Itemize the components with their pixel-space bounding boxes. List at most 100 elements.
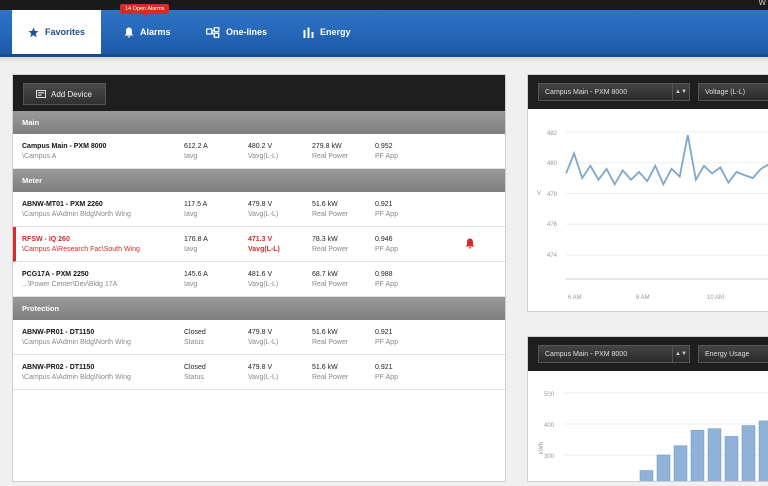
pf-cell: 0.946 PF App <box>375 236 398 253</box>
voltage-xtick: 6 AM <box>568 295 582 301</box>
device-row[interactable]: PCG17A - PXM 2250 ...\Power Center\Dev\Bl… <box>13 262 505 297</box>
device-name-cell: RFSW - IQ 260 \Campus A\Research Fac\Sout… <box>22 236 140 253</box>
select-arrows-icon: ▲▼ <box>672 84 689 100</box>
current-cell: 117.5 A Iavg <box>184 201 208 218</box>
energy-bar <box>724 436 739 486</box>
voltage-device-select[interactable]: Campus Main - PXM 8000 ▲▼ <box>538 83 690 101</box>
device-row-alarm[interactable]: RFSW - IQ 260 \Campus A\Research Fac\Sout… <box>13 227 505 262</box>
voltage-series-line <box>565 134 768 187</box>
voltage-cell: 481.6 V Vavg(L-L) <box>248 271 279 288</box>
device-name-cell: PCG17A - PXM 2250 ...\Power Center\Dev\Bl… <box>22 271 118 288</box>
power-cell: 51.6 kW Real Power <box>312 201 349 218</box>
tab-energy[interactable]: Energy <box>303 10 363 54</box>
corner-text: W <box>758 0 766 7</box>
voltage-metric-select[interactable]: Voltage (L-L) <box>698 83 768 101</box>
energy-device-select[interactable]: Campus Main - PXM 8000 ▲▼ <box>538 345 690 363</box>
energy-bar <box>656 454 671 486</box>
device-name-cell: ABNW-PR02 - DT1150 \Campus A\Admin Bldg\N… <box>22 364 131 381</box>
device-name-cell: ABNW-MT01 - PXM 2260 \Campus A\Admin Bldg… <box>22 201 131 218</box>
pf-cell: 0.921 PF App <box>375 201 398 218</box>
top-strip: W <box>0 0 768 10</box>
main-nav: Favorites 14 Open Alarms Alarms One-line… <box>0 4 768 57</box>
star-icon <box>28 27 39 37</box>
energy-ytick: 300 <box>544 454 555 460</box>
voltage-cell-alarm: 471.3 V Vavg(L-L) <box>248 236 280 253</box>
voltage-ytick: 482 <box>547 131 558 137</box>
bell-icon <box>124 27 134 38</box>
power-cell: 51.6 kW Real Power <box>312 364 349 381</box>
energy-metric-select[interactable]: Energy Usage <box>698 345 768 363</box>
add-device-button[interactable]: Add Device <box>23 83 106 105</box>
energy-bar <box>690 429 705 486</box>
voltage-cell: 479.8 V Vavg(L-L) <box>248 201 279 218</box>
energy-bar <box>741 425 756 486</box>
voltage-device-select-value: Campus Main - PXM 8000 <box>545 88 628 96</box>
section-protection: Protection <box>13 297 505 320</box>
open-alarms-badge: 14 Open Alarms <box>120 4 170 17</box>
pf-cell: 0.988 PF App <box>375 271 398 288</box>
tab-favorites[interactable]: Favorites <box>12 10 101 54</box>
energy-chart-panel: Campus Main - PXM 8000 ▲▼ Energy Usage k… <box>527 336 768 486</box>
device-row[interactable]: Campus Main - PXM 8000 \Campus A 612.2 AI… <box>13 134 505 169</box>
energy-bar <box>639 470 654 486</box>
tab-alarms[interactable]: 14 Open Alarms Alarms <box>120 4 184 54</box>
current-cell: 612.2 A Iavg <box>184 143 208 160</box>
energy-bar-chart: kWh 500 400 300 <box>539 392 768 486</box>
tab-alarms-label: Alarms <box>140 27 171 37</box>
energy-bar <box>758 420 768 486</box>
select-arrows-icon: ▲▼ <box>672 346 689 362</box>
status-cell: Closed Status <box>184 329 206 346</box>
voltage-ytick: 476 <box>547 222 558 228</box>
alarm-bell-icon[interactable] <box>465 238 475 249</box>
status-cell: Closed Status <box>184 364 206 381</box>
bar-chart-icon <box>303 27 314 38</box>
voltage-xtick: 10 AM <box>707 295 724 301</box>
power-cell: 78.3 kW Real Power <box>312 236 349 253</box>
energy-device-select-value: Campus Main - PXM 8000 <box>545 350 628 358</box>
power-cell: 51.6 kW Real Power <box>312 329 349 346</box>
device-row[interactable]: ABNW-PR01 - DT1150 \Campus A\Admin Bldg\N… <box>13 320 505 355</box>
voltage-chart-panel: Campus Main - PXM 8000 ▲▼ Voltage (L-L) … <box>527 74 768 312</box>
voltage-chart-header: Campus Main - PXM 8000 ▲▼ Voltage (L-L) <box>528 75 768 109</box>
device-icon <box>36 90 46 98</box>
power-cell: 68.7 kW Real Power <box>312 271 349 288</box>
power-cell: 279.8 kW Real Power <box>312 143 349 160</box>
voltage-ytick: 474 <box>547 253 558 259</box>
energy-bar <box>673 445 688 486</box>
device-name-cell: ABNW-PR01 - DT1150 \Campus A\Admin Bldg\N… <box>22 329 131 346</box>
energy-chart-header: Campus Main - PXM 8000 ▲▼ Energy Usage <box>528 337 768 371</box>
voltage-cell: 479.8 V Vavg(L-L) <box>248 364 279 381</box>
device-row[interactable]: ABNW-PR02 - DT1150 \Campus A\Admin Bldg\N… <box>13 355 505 390</box>
section-meter: Meter <box>13 169 505 192</box>
voltage-cell: 479.8 V Vavg(L-L) <box>248 329 279 346</box>
add-device-label: Add Device <box>51 89 92 99</box>
device-name-cell: Campus Main - PXM 8000 \Campus A <box>22 143 107 160</box>
energy-bar <box>707 428 722 486</box>
voltage-xtick: 8 AM <box>636 295 650 301</box>
voltage-ytick: 478 <box>547 192 558 198</box>
nav-shadow <box>0 57 768 63</box>
oneline-icon <box>206 26 220 38</box>
energy-ytick: 500 <box>544 392 555 398</box>
section-main: Main <box>13 111 505 134</box>
energy-metric-select-value: Energy Usage <box>705 350 750 358</box>
device-panel: Add Device Main Campus Main - PXM 8000 \C… <box>12 74 506 482</box>
voltage-ytick: 480 <box>547 161 558 167</box>
voltage-metric-select-value: Voltage (L-L) <box>705 88 746 96</box>
energy-ylabel: kWh <box>539 442 545 454</box>
device-row[interactable]: ABNW-MT01 - PXM 2260 \Campus A\Admin Bldg… <box>13 192 505 227</box>
tab-favorites-label: Favorites <box>44 27 86 37</box>
voltage-cell: 480.2 V Vavg(L-L) <box>248 143 279 160</box>
current-cell: 145.6 A Iavg <box>184 271 208 288</box>
voltage-line-chart: V 482 480 478 476 474 6 AM 8 AM 10 AM <box>537 131 768 301</box>
voltage-ylabel: V <box>537 191 541 197</box>
tab-one-lines-label: One-lines <box>226 27 268 37</box>
tab-energy-label: Energy <box>320 27 351 37</box>
tab-one-lines[interactable]: One-lines <box>206 10 276 54</box>
pf-cell: 0.921 PF App <box>375 329 398 346</box>
energy-ytick: 400 <box>544 423 555 429</box>
pf-cell: 0.921 PF App <box>375 364 398 381</box>
device-toolbar: Add Device <box>13 75 505 111</box>
current-cell: 176.8 A Iavg <box>184 236 208 253</box>
pf-cell: 0.952 PF App <box>375 143 398 160</box>
